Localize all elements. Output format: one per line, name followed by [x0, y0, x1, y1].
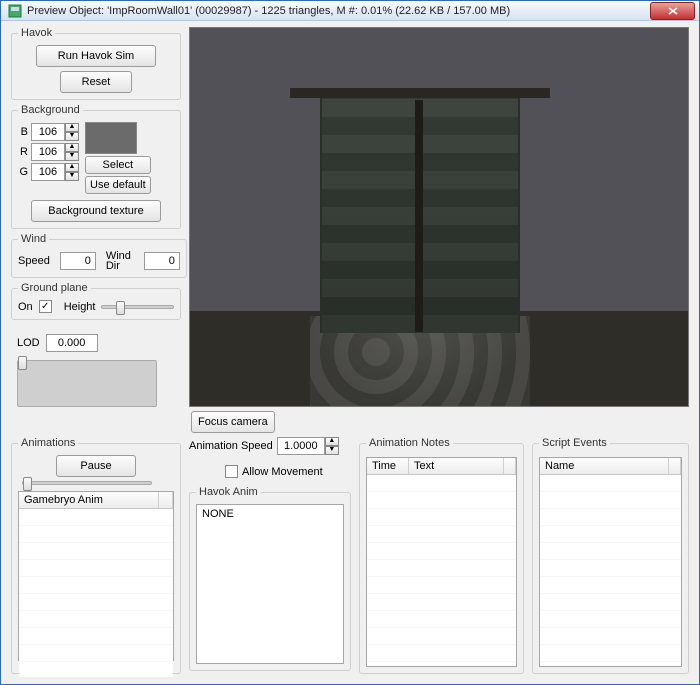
focus-camera-button[interactable]: Focus camera [191, 411, 275, 433]
lod-value[interactable]: 0.000 [46, 334, 98, 352]
lod-slider[interactable] [17, 360, 157, 407]
spin-up-icon[interactable]: ▲ [325, 437, 339, 446]
anim-speed-label: Animation Speed [189, 440, 273, 452]
viewport-lintel [290, 88, 550, 98]
allow-movement-checkbox[interactable] [225, 465, 238, 478]
background-group: Background B 106 ▲▼ R [11, 104, 181, 229]
list-gutter [669, 458, 681, 474]
viewport-3d[interactable] [189, 27, 689, 407]
background-texture-button[interactable]: Background texture [31, 200, 161, 222]
wind-dir-input[interactable]: 0 [144, 252, 180, 270]
select-color-button[interactable]: Select [85, 156, 151, 174]
bg-color-swatch[interactable] [85, 122, 137, 154]
anim-slider[interactable] [22, 481, 152, 485]
close-icon [668, 7, 678, 15]
events-list[interactable]: Name [539, 457, 682, 667]
ground-plane-group: Ground plane On ✓ Height [11, 282, 181, 320]
events-col-name[interactable]: Name [540, 458, 669, 474]
bg-g-spinner[interactable]: 106 ▲▼ [31, 163, 79, 181]
notes-col-text[interactable]: Text [409, 458, 504, 474]
reset-button[interactable]: Reset [60, 71, 132, 93]
anim-speed-spinner[interactable]: 1.0000 ▲▼ [277, 437, 339, 455]
window-title: Preview Object: 'ImpRoomWall01' (0002998… [27, 5, 650, 17]
bg-g-label: G [18, 166, 28, 178]
ground-on-label: On [18, 301, 33, 313]
animations-group: Animations Pause Gamebryo Anim [11, 437, 181, 674]
bg-r-value[interactable]: 106 [31, 143, 65, 161]
bg-r-label: R [18, 146, 28, 158]
window-body: Havok Run Havok Sim Reset Background B [1, 21, 699, 684]
animations-legend: Animations [18, 437, 78, 449]
bg-b-spinner[interactable]: 106 ▲▼ [31, 123, 79, 141]
events-rows [540, 475, 681, 665]
havok-anim-list[interactable]: NONE [196, 504, 344, 664]
wind-speed-label: Speed [18, 255, 50, 267]
spin-up-icon[interactable]: ▲ [65, 123, 79, 132]
close-button[interactable] [650, 2, 695, 20]
run-havok-button[interactable]: Run Havok Sim [36, 45, 156, 67]
notes-col-time[interactable]: Time [367, 458, 409, 474]
viewport-post [415, 100, 423, 332]
spin-down-icon[interactable]: ▼ [325, 446, 339, 455]
wind-dir-label: Wind Dir [106, 251, 134, 271]
list-gutter [159, 492, 173, 508]
havok-anim-value: NONE [202, 508, 338, 520]
ground-plane-legend: Ground plane [18, 282, 91, 294]
notes-rows [367, 475, 516, 665]
havok-anim-legend: Havok Anim [196, 486, 261, 498]
spin-down-icon[interactable]: ▼ [65, 152, 79, 161]
lod-label: LOD [17, 337, 40, 349]
app-icon [7, 3, 23, 19]
spin-up-icon[interactable]: ▲ [65, 143, 79, 152]
preview-window: Preview Object: 'ImpRoomWall01' (0002998… [0, 0, 700, 685]
gamebryo-list[interactable]: Gamebryo Anim [18, 491, 174, 661]
havok-legend: Havok [18, 27, 55, 39]
bg-r-spinner[interactable]: 106 ▲▼ [31, 143, 79, 161]
wind-group: Wind Speed 0 Wind Dir 0 [11, 233, 187, 278]
script-events-group: Script Events Name [532, 437, 689, 674]
ground-height-slider[interactable] [101, 305, 174, 309]
gamebryo-rows [19, 509, 173, 677]
havok-anim-group: Havok Anim NONE [189, 486, 351, 671]
bg-b-label: B [18, 126, 28, 138]
anim-speed-value[interactable]: 1.0000 [277, 437, 325, 455]
script-events-legend: Script Events [539, 437, 610, 449]
wind-speed-input[interactable]: 0 [60, 252, 96, 270]
titlebar[interactable]: Preview Object: 'ImpRoomWall01' (0002998… [1, 1, 699, 21]
bg-g-value[interactable]: 106 [31, 163, 65, 181]
wind-legend: Wind [18, 233, 49, 245]
spin-down-icon[interactable]: ▼ [65, 132, 79, 141]
gamebryo-col[interactable]: Gamebryo Anim [19, 492, 159, 508]
bg-b-value[interactable]: 106 [31, 123, 65, 141]
notes-list[interactable]: Time Text [366, 457, 517, 667]
animation-notes-legend: Animation Notes [366, 437, 453, 449]
spin-up-icon[interactable]: ▲ [65, 163, 79, 172]
spin-down-icon[interactable]: ▼ [65, 172, 79, 181]
ground-height-label: Height [64, 301, 96, 313]
allow-movement-label: Allow Movement [242, 466, 323, 478]
ground-on-checkbox[interactable]: ✓ [39, 300, 52, 313]
use-default-button[interactable]: Use default [85, 176, 151, 194]
pause-button[interactable]: Pause [56, 455, 136, 477]
background-legend: Background [18, 104, 83, 116]
animation-notes-group: Animation Notes Time Text [359, 437, 524, 674]
havok-group: Havok Run Havok Sim Reset [11, 27, 181, 100]
list-gutter [504, 458, 516, 474]
